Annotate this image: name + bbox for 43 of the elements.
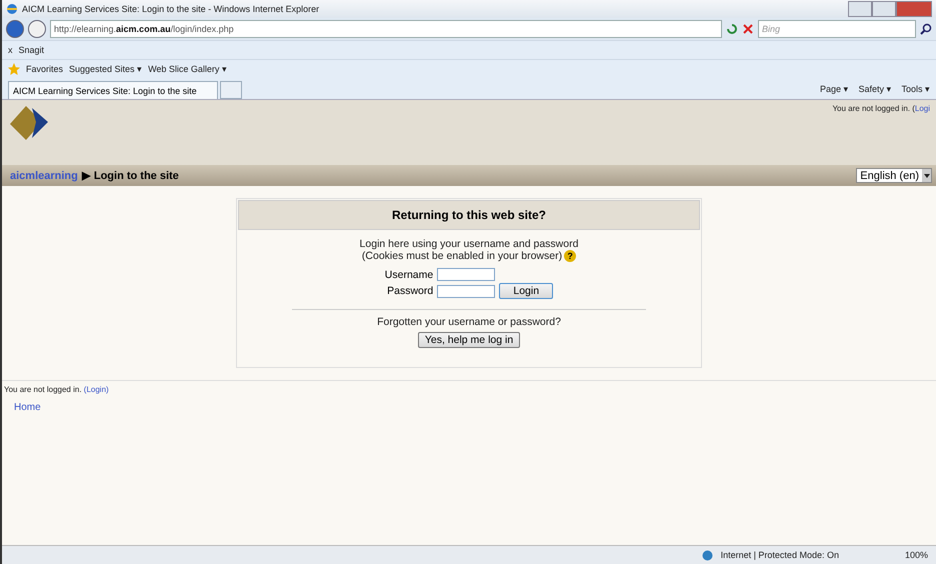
zoom-level[interactable]: 100%	[904, 550, 928, 560]
login-status: You are not logged in. (Login)	[4, 385, 110, 394]
favorites-button[interactable]: Favorites	[26, 64, 64, 74]
security-zone: Internet | Protected Mode: On	[720, 550, 839, 560]
login-button[interactable]: Login	[499, 283, 554, 299]
refresh-icon[interactable]	[726, 23, 738, 35]
login-link[interactable]: Logi	[914, 104, 930, 113]
home-link[interactable]: Home	[4, 402, 934, 413]
browser-logo-icon	[6, 3, 18, 15]
star-icon	[8, 63, 20, 75]
command-menu[interactable]: Page ▾	[820, 84, 848, 94]
close-button[interactable]	[896, 1, 932, 17]
favorites-link[interactable]: Web Slice Gallery ▾	[148, 64, 227, 74]
cookies-note: (Cookies must be enabled in your browser)	[362, 250, 562, 262]
toolbar-button[interactable]: Snagit	[18, 45, 44, 55]
command-menu[interactable]: Safety ▾	[858, 84, 892, 94]
close-toolbar-button[interactable]: x	[8, 45, 12, 55]
breadcrumb-separator: ▶	[82, 169, 90, 182]
login-title: Returning to this web site?	[238, 200, 700, 230]
back-button[interactable]	[6, 20, 24, 38]
login-link[interactable]: (Login)	[84, 385, 109, 394]
field-label: Username	[384, 268, 434, 280]
browser-tab[interactable]: AICM Learning Services Site: Login to the site	[8, 81, 218, 99]
address-field[interactable]: http://elearning.aicm.com.au/login/index.php	[50, 20, 722, 38]
new-tab-button[interactable]	[220, 81, 242, 99]
forgot-text: Forgotten your username or password?	[377, 316, 561, 328]
help-button[interactable]: ?	[564, 250, 576, 262]
input-field[interactable]	[437, 284, 496, 298]
language-select[interactable]: English (en)	[856, 168, 932, 183]
forward-button[interactable]	[28, 20, 46, 38]
login-intro: Login here using your username and password	[360, 238, 578, 250]
search-icon[interactable]	[920, 23, 932, 35]
window-title: AICM Learning Services Site: Login to the site - Windows Internet Explorer	[22, 4, 320, 14]
input-field[interactable]	[437, 268, 496, 281]
field-label: Password	[386, 285, 434, 297]
globe-icon	[702, 550, 713, 560]
login-status: You are not logged in. (Logi	[832, 104, 930, 115]
breadcrumb-current: Login to the site	[94, 170, 179, 182]
caret-icon	[924, 174, 930, 178]
stop-icon[interactable]	[742, 23, 754, 35]
command-menu[interactable]: Tools ▾	[901, 84, 930, 94]
help-login-button[interactable]: Yes, help me log in	[418, 332, 520, 348]
favorites-link[interactable]: Suggested Sites ▾	[69, 64, 142, 74]
